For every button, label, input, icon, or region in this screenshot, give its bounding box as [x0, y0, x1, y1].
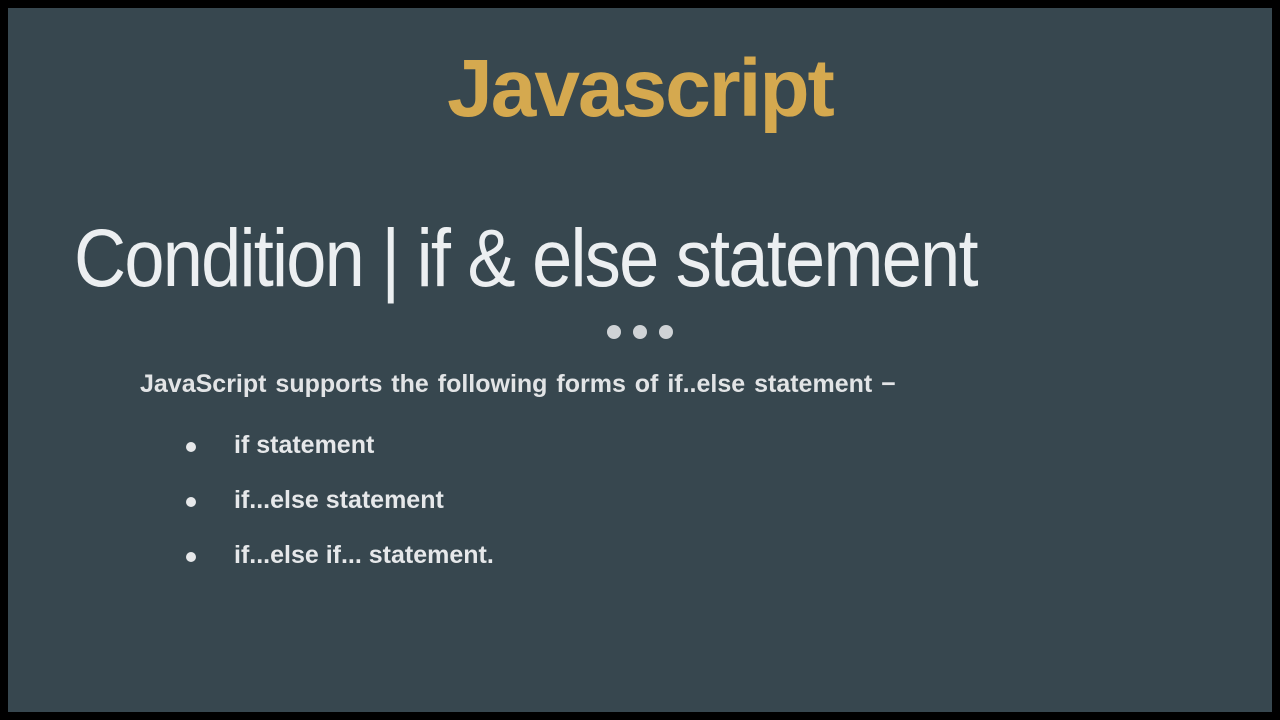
list-item: if statement — [186, 433, 1212, 458]
dot-icon — [659, 325, 673, 339]
dot-icon — [633, 325, 647, 339]
slide-title: Javascript — [68, 48, 1212, 130]
divider-dots — [68, 324, 1212, 340]
dot-icon — [607, 325, 621, 339]
slide-subtitle: Condition | if & else statement — [74, 216, 1075, 302]
list-item: if...else if... statement. — [186, 543, 1212, 568]
intro-text: JavaScript supports the following forms … — [140, 358, 970, 411]
list-item: if...else statement — [186, 488, 1212, 513]
slide: Javascript Condition | if & else stateme… — [8, 8, 1272, 712]
bullet-list: if statement if...else statement if...el… — [186, 433, 1212, 568]
